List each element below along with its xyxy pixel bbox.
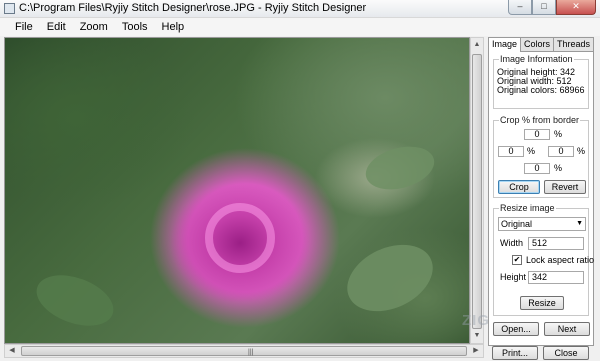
crop-right-percent: % <box>577 146 586 156</box>
open-button[interactable]: Open... <box>493 322 539 336</box>
minimize-button[interactable]: ‒ <box>508 0 532 15</box>
revert-button[interactable]: Revert <box>544 180 586 194</box>
tab-colors[interactable]: Colors <box>520 37 555 51</box>
rose-bloom <box>205 203 275 273</box>
menu-edit[interactable]: Edit <box>40 18 73 36</box>
crop-right-input[interactable]: 0 <box>548 146 574 157</box>
panel-tabs: Image Colors Threads <box>488 37 595 52</box>
height-label: Height <box>500 272 527 282</box>
height-input[interactable]: 342 <box>528 271 584 284</box>
lock-aspect-label[interactable]: Lock aspect ratio <box>526 255 594 265</box>
scroll-grip-icon: ||| <box>248 349 254 356</box>
vertical-scroll-thumb[interactable] <box>472 54 482 329</box>
crop-button[interactable]: Crop <box>498 180 540 194</box>
chevron-down-icon: ▼ <box>576 220 583 227</box>
close-window-button[interactable]: ✕ <box>556 0 596 15</box>
width-input[interactable]: 512 <box>528 237 584 250</box>
menu-file[interactable]: File <box>8 18 40 36</box>
scroll-right-arrow-icon[interactable]: ▶ <box>469 345 483 357</box>
resize-label: Resize image <box>499 203 556 213</box>
title-bar: C:\Program Files\Ryjiy Stitch Designer\r… <box>0 0 600 18</box>
crop-label: Crop % from border <box>499 115 581 125</box>
rose-photo[interactable] <box>4 37 470 344</box>
menu-help[interactable]: Help <box>155 18 192 36</box>
crop-left-input[interactable]: 0 <box>498 146 524 157</box>
leaf-shape <box>29 265 121 336</box>
side-panel: Image Colors Threads Image Information O… <box>488 37 596 360</box>
resize-mode-value: Original <box>501 219 533 229</box>
app-icon <box>4 3 15 14</box>
menu-bar: File Edit Zoom Tools Help <box>0 18 600 36</box>
tab-image[interactable]: Image <box>488 37 522 52</box>
tab-threads[interactable]: Threads <box>553 37 595 51</box>
horizontal-scrollbar[interactable]: ◀ ||| ▶ <box>4 344 484 358</box>
vertical-scrollbar[interactable]: ▲ ▼ <box>470 37 484 344</box>
crop-group: Crop % from border 0 % 0 % 0 % 0 % Crop … <box>493 115 589 198</box>
image-tab-content: Image Information Original height: 342 O… <box>488 51 594 346</box>
crop-bottom-percent: % <box>554 163 563 173</box>
crop-top-input[interactable]: 0 <box>524 129 550 140</box>
image-information-group: Image Information Original height: 342 O… <box>493 54 589 109</box>
lock-aspect-checkbox[interactable]: ✔ <box>512 255 522 265</box>
resize-group: Resize image Original ▼ Width 512 ✔ Lock… <box>493 203 594 316</box>
leaf-shape <box>336 231 444 325</box>
image-information-label: Image Information <box>499 54 574 64</box>
menu-tools[interactable]: Tools <box>115 18 155 36</box>
print-button[interactable]: Print... <box>492 346 538 360</box>
menu-zoom[interactable]: Zoom <box>73 18 115 36</box>
window-title: C:\Program Files\Ryjiy Stitch Designer\r… <box>19 2 367 14</box>
scroll-left-arrow-icon[interactable]: ◀ <box>5 345 19 357</box>
crop-bottom-input[interactable]: 0 <box>524 163 550 174</box>
resize-mode-select[interactable]: Original ▼ <box>498 217 586 231</box>
window-controls: ‒ □ ✕ <box>508 0 596 16</box>
crop-top-percent: % <box>554 129 563 139</box>
leaf-shape <box>361 139 439 197</box>
scroll-down-arrow-icon[interactable]: ▼ <box>471 329 483 343</box>
horizontal-scroll-thumb[interactable]: ||| <box>21 346 467 356</box>
resize-button[interactable]: Resize <box>520 296 564 310</box>
scroll-up-arrow-icon[interactable]: ▲ <box>471 38 483 52</box>
close-button[interactable]: Close <box>543 346 589 360</box>
crop-left-percent: % <box>527 146 536 156</box>
maximize-button[interactable]: □ <box>532 0 556 15</box>
original-colors-text: Original colors: 68966 <box>497 85 585 95</box>
width-label: Width <box>500 238 524 248</box>
next-button[interactable]: Next <box>544 322 590 336</box>
